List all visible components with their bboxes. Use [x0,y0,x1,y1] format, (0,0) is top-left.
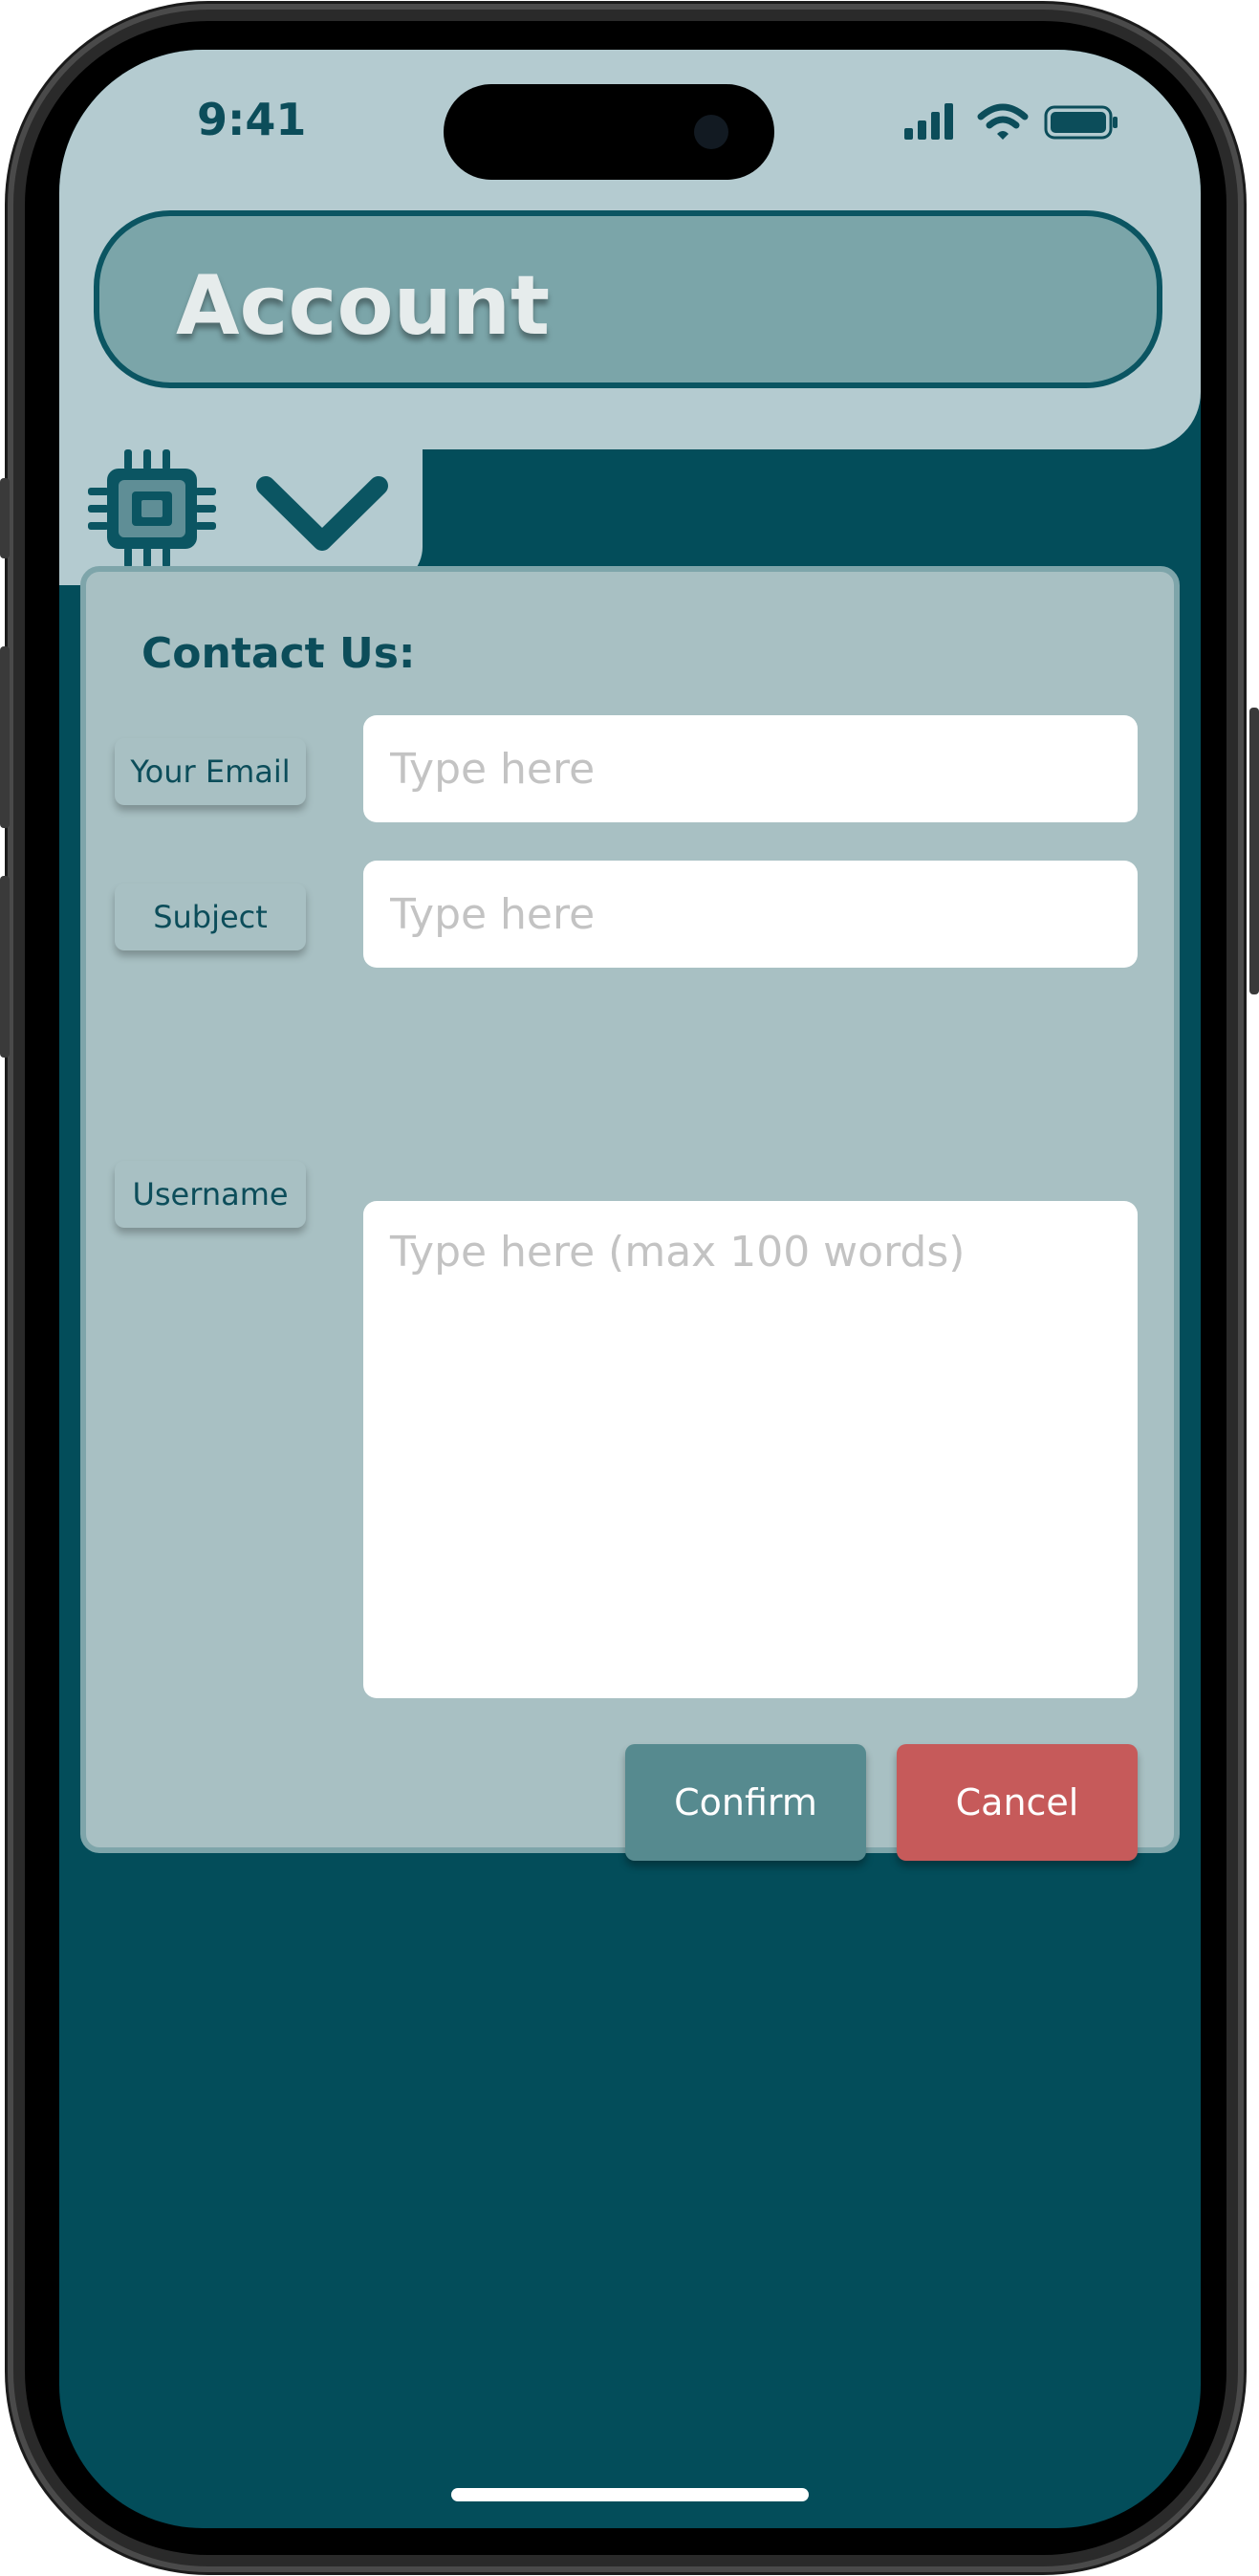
status-icons [902,103,1122,142]
app-screen: 9:41 Account Contact Us: Your Email Type… [59,50,1201,2528]
email-label: Your Email [115,738,306,805]
confirm-button[interactable]: Confirm [625,1744,866,1861]
chevron-down-icon[interactable] [256,470,388,557]
cpu-chip-icon[interactable] [88,449,216,568]
contact-form-card: Contact Us: Your Email Subject Username … [80,566,1180,1861]
subject-input[interactable] [363,861,1138,968]
signal-bars-icon [904,103,953,140]
home-indicator[interactable] [451,2488,809,2501]
message-textarea[interactable] [363,1201,1138,1698]
battery-icon [1044,105,1118,140]
phone-volume-up-button [0,646,10,828]
email-input[interactable] [363,715,1138,822]
phone-volume-down-button [0,876,10,1058]
status-time: 9:41 [197,94,307,145]
camera-icon [694,115,728,149]
cancel-button[interactable]: Cancel [897,1744,1138,1861]
subject-label: Subject [115,884,306,950]
phone-action-button [0,478,10,558]
username-label: Username [115,1161,306,1228]
wifi-icon [977,103,1029,140]
phone-power-button [1249,708,1259,994]
account-header-bar: Account [94,210,1162,388]
dynamic-island [444,84,774,180]
form-title: Contact Us: [141,629,416,678]
page-title: Account [176,258,551,354]
